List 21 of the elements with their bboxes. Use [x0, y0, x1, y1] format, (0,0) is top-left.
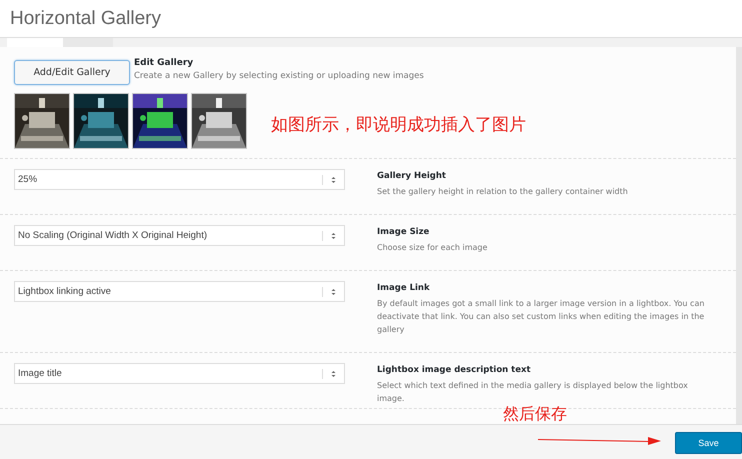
select-field[interactable]: No Scaling (Original Width X Original Height)	[14, 225, 345, 246]
select-field[interactable]: Lightbox linking active	[14, 281, 345, 302]
annotation-text: 如图所示，即说明成功插入了图片	[271, 114, 526, 136]
setting-description: Set the gallery height in relation to the gallery container width	[377, 186, 628, 198]
tab[interactable]	[63, 38, 113, 47]
annotation-text: 然后保存	[503, 404, 567, 425]
save-button[interactable]: Save	[675, 432, 742, 454]
select-field[interactable]: 25%	[14, 169, 345, 190]
setting-title: Lightbox image description text	[377, 365, 532, 375]
setting-description: By default images got a small link to a larger image version in a lightbox. You can deactivate that link. You can also set custom links when editing the images in the gallery	[377, 298, 706, 336]
section-description: Create a new Gallery by selecting existing or uploading new images	[134, 71, 424, 81]
add-edit-gallery-button[interactable]: Add/Edit Gallery	[14, 60, 130, 85]
select-field[interactable]: Image title	[14, 363, 345, 384]
window-title: Horizontal Gallery	[10, 8, 161, 30]
setting-title: Image Link	[377, 283, 431, 293]
setting-description: Choose size for each image	[377, 242, 488, 254]
setting-title: Image Size	[377, 227, 430, 237]
section-title: Edit Gallery	[134, 58, 194, 68]
tab[interactable]	[7, 38, 63, 47]
setting-title: Gallery Height	[377, 171, 447, 181]
setting-description: Select which text defined in the media gallery is displayed below the lightbox image.	[377, 380, 689, 405]
